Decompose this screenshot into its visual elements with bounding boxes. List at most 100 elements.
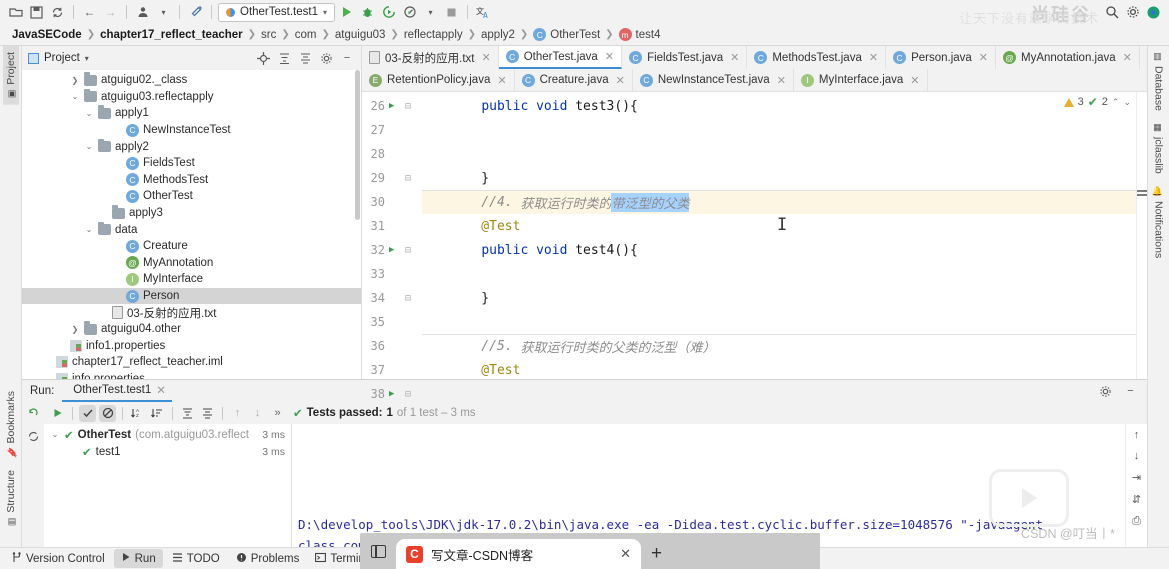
soft-wrap-icon[interactable]: ⇥ — [1132, 471, 1141, 484]
editor-tab[interactable]: C NewInstanceTest.java ✕ — [633, 69, 794, 91]
code-line[interactable]: @Test — [422, 358, 1136, 379]
code-line[interactable]: //4. 获取运行时类的 带泛型的父类 — [422, 190, 1136, 214]
tree-node[interactable]: info1.properties — [22, 338, 361, 355]
editor-tab[interactable]: C MethodsTest.java ✕ — [747, 46, 887, 69]
chevron-down-icon[interactable]: ⌄ — [1123, 97, 1131, 108]
chevron-down-icon[interactable]: ▾ — [154, 3, 173, 22]
sidebar-item-structure[interactable]: ▤ Structure — [3, 464, 19, 533]
tree-node[interactable]: chapter17_reflect_teacher.iml — [22, 354, 361, 371]
status-bar-item-problems[interactable]: Problems — [229, 549, 307, 569]
settings-gear-icon[interactable] — [1097, 383, 1114, 400]
sidebar-item-bookmarks[interactable]: 🔖 Bookmarks — [3, 385, 19, 465]
editor-tab[interactable]: C Person.java ✕ — [886, 46, 997, 69]
sidebar-item-project[interactable]: ▣ Project — [2, 46, 19, 105]
run-toolbar[interactable]: A Z ↑ ↓» ✔ Tests passed: 1 of 1 test – 3 ms — [44, 402, 1147, 424]
run-with-coverage-button[interactable] — [379, 3, 398, 22]
sort-duration-icon[interactable] — [149, 405, 166, 422]
close-icon[interactable]: ✕ — [605, 50, 614, 63]
code-line[interactable] — [422, 310, 1136, 334]
run-gutter-icon[interactable]: ▶ — [389, 245, 399, 255]
vcs-update-icon[interactable] — [133, 3, 152, 22]
run-button[interactable] — [337, 3, 356, 22]
close-icon[interactable]: ✕ — [777, 74, 786, 87]
gutter-line[interactable]: 38 ▶ ⊟ — [362, 382, 422, 406]
tree-node[interactable]: C NewInstanceTest — [22, 122, 361, 139]
rerun-icon[interactable] — [27, 406, 40, 422]
sidebar-item-jclasslib[interactable]: ▦ jclasslib — [1151, 117, 1167, 180]
editor-tab[interactable]: 03-反射的应用.txt ✕ — [362, 46, 499, 69]
inspection-widget[interactable]: 3 ✔ 2 ⌃ ⌄ — [1063, 95, 1131, 109]
breadcrumb-item-8[interactable]: m test4 — [615, 28, 665, 41]
gutter-line[interactable]: 34 ⊟ — [362, 286, 422, 310]
editor-tab[interactable]: C FieldsTest.java ✕ — [622, 46, 748, 69]
close-icon[interactable]: ✕ — [616, 74, 625, 87]
tree-node[interactable]: ⌄ data — [22, 221, 361, 238]
sync-icon[interactable] — [48, 3, 67, 22]
tree-expand-arrow-icon[interactable]: ⌄ — [70, 92, 80, 101]
fold-marker-icon[interactable]: ⊟ — [403, 101, 413, 112]
back-arrow-icon[interactable]: ← — [80, 3, 99, 22]
expand-all-icon[interactable] — [276, 50, 292, 66]
test-results-tree[interactable]: ⌄ ✔ OtherTest (com.atguigu03.reflect 3 ms ✔ te… — [44, 424, 292, 547]
stop-button[interactable] — [442, 3, 461, 22]
new-tab-icon[interactable]: + — [641, 543, 672, 569]
test-tree-row[interactable]: ✔ test1 3 ms — [44, 443, 291, 460]
tree-expand-arrow-icon[interactable]: ❯ — [70, 76, 80, 85]
editor-tab[interactable]: C OtherTest.java ✕ — [498, 46, 623, 69]
code-line[interactable] — [422, 118, 1136, 142]
rerun-failed-icon[interactable] — [27, 430, 40, 446]
profiler-button[interactable] — [400, 3, 419, 22]
tree-node[interactable]: C Creature — [22, 238, 361, 255]
gutter-line[interactable]: 30 — [362, 190, 422, 214]
gutter-line[interactable]: 32 ▶ ⊟ — [362, 238, 422, 262]
tree-expand-arrow-icon[interactable]: ⌄ — [84, 109, 94, 118]
search-everywhere-icon[interactable] — [1102, 3, 1121, 22]
forward-arrow-icon[interactable]: → — [101, 3, 120, 22]
print-icon[interactable]: ⎙ — [1132, 515, 1141, 528]
open-folder-icon[interactable] — [6, 3, 25, 22]
more-icon[interactable]: » — [269, 405, 286, 422]
hide-ignored-icon[interactable] — [99, 404, 116, 422]
close-icon[interactable]: ✕ — [1123, 51, 1132, 64]
tree-node[interactable]: ❯ atguigu04.other — [22, 321, 361, 338]
run-session-tab[interactable]: OtherTest.test1 ✕ — [62, 380, 172, 402]
editor-tab[interactable]: E RetentionPolicy.java ✕ — [362, 69, 515, 91]
editor-tab[interactable]: C Creature.java ✕ — [515, 69, 633, 91]
breadcrumb-item-1[interactable]: chapter17_reflect_teacher — [96, 29, 247, 41]
close-icon[interactable]: ✕ — [979, 51, 988, 64]
sidebar-item-database[interactable]: ▥ Database — [1151, 46, 1167, 117]
close-icon[interactable]: ✕ — [497, 74, 506, 87]
sidebar-item-notifications[interactable]: 🔔 Notifications — [1151, 180, 1167, 264]
run-configuration-selector[interactable]: OtherTest.test1 ▾ — [218, 2, 335, 22]
editor-tab[interactable]: @ MyAnnotation.java ✕ — [996, 46, 1140, 69]
gutter-line[interactable]: 37 — [362, 358, 422, 382]
tree-node[interactable]: ⌄ atguigu03.reflectapply — [22, 88, 361, 106]
close-icon[interactable]: ✕ — [481, 51, 490, 64]
run-gutter-icon[interactable]: ▶ — [389, 101, 399, 111]
tree-node[interactable]: 03-反射的应用.txt — [22, 304, 361, 321]
chevron-up-icon[interactable]: ⌃ — [1112, 97, 1120, 108]
fold-marker-icon[interactable]: ⊟ — [403, 245, 413, 256]
tree-node[interactable]: info.properties — [22, 371, 361, 379]
close-icon[interactable]: ✕ — [620, 546, 631, 562]
tree-node[interactable]: @ MyAnnotation — [22, 255, 361, 272]
tree-node[interactable]: apply3 — [22, 205, 361, 222]
side-panel-button[interactable] — [360, 533, 396, 569]
project-tree[interactable]: ❯ atguigu02._class ⌄ atguigu03.reflectapply… — [22, 70, 361, 379]
translate-button[interactable]: 文A — [474, 3, 493, 22]
fold-marker-icon[interactable]: ⊟ — [403, 173, 413, 184]
tree-expand-arrow-icon[interactable]: ⌄ — [84, 142, 94, 151]
fold-marker-icon[interactable]: ⊟ — [403, 293, 413, 304]
show-passed-icon[interactable] — [79, 404, 96, 422]
breadcrumb-item-2[interactable]: src — [257, 29, 280, 41]
prev-failed-icon[interactable]: ↑ — [229, 405, 246, 422]
more-vertical-icon[interactable]: ⋮ — [1140, 46, 1148, 69]
code-content[interactable]: I public void test3(){ } //4. 获取运行时类的 带泛型… — [422, 92, 1136, 379]
build-hammer-icon[interactable] — [186, 3, 205, 22]
code-line[interactable]: @Test — [422, 214, 1136, 238]
status-bar-item-run[interactable]: Run — [113, 549, 163, 568]
breadcrumb-item-0[interactable]: JavaSECode — [8, 29, 86, 41]
tree-node[interactable]: ❯ atguigu02._class — [22, 72, 361, 89]
code-line[interactable] — [422, 142, 1136, 166]
code-line[interactable]: } — [422, 286, 1136, 310]
